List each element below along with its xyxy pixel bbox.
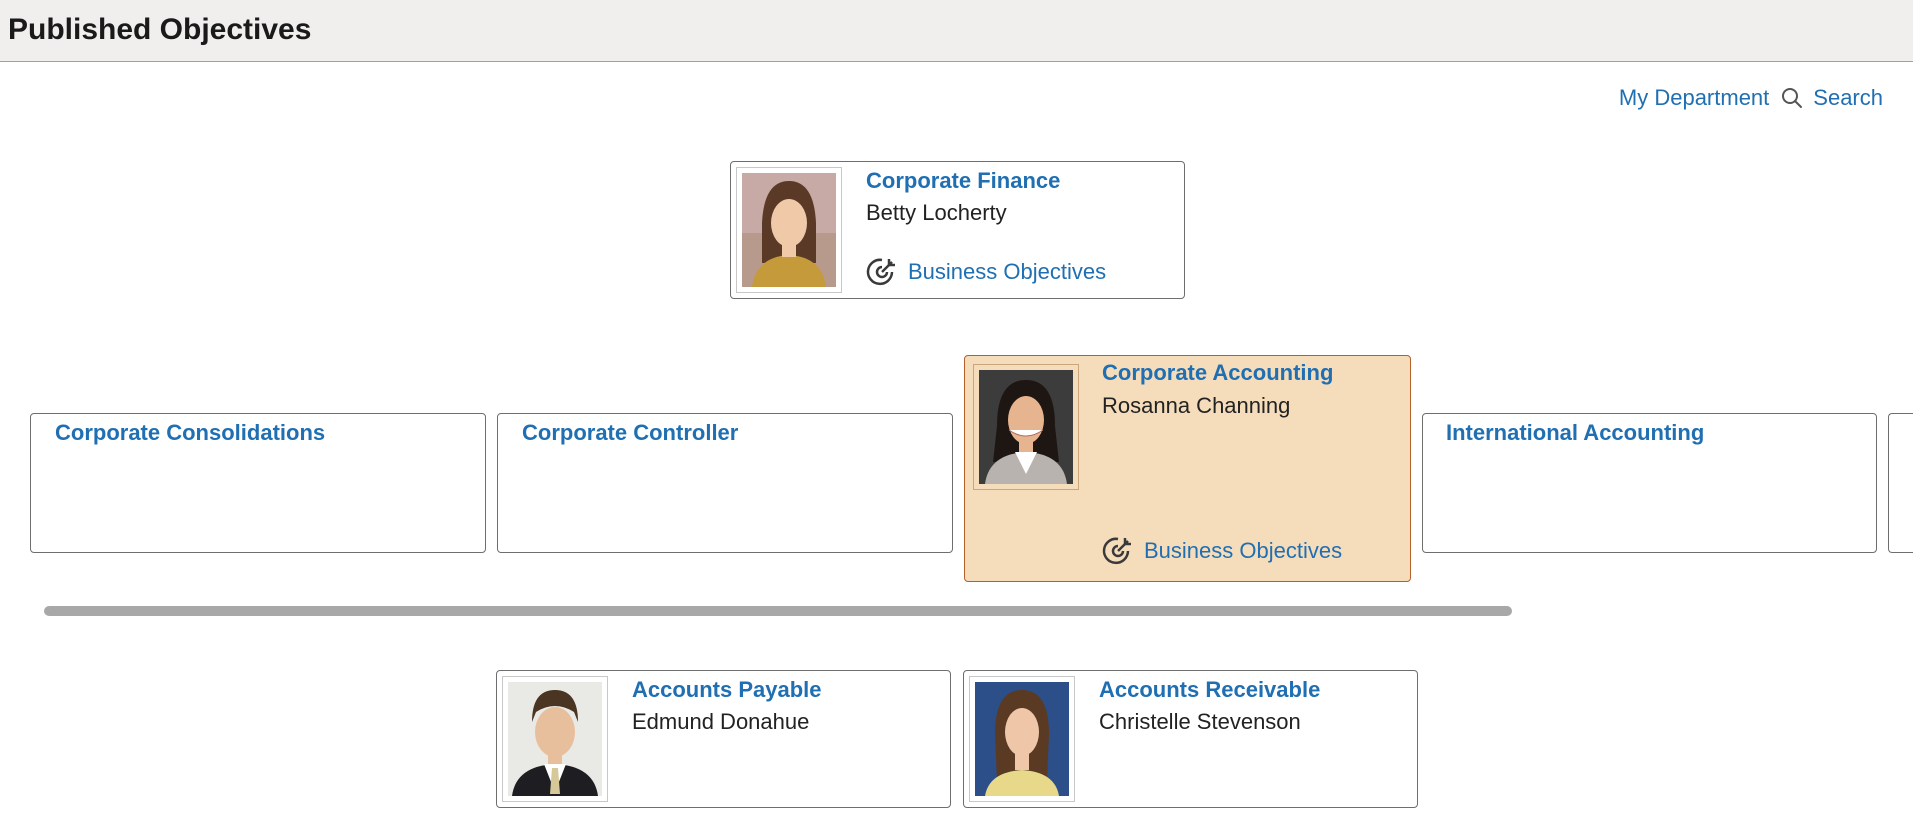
business-objectives-label: Business Objectives <box>1144 538 1343 563</box>
search-button[interactable]: Search <box>1781 85 1883 111</box>
node-person: Rosanna Channing <box>1102 393 1291 418</box>
node-title[interactable]: Accounts Payable <box>632 677 822 703</box>
org-node-accounts-receivable[interactable]: Accounts Receivable Christelle Stevenson <box>963 670 1418 808</box>
business-objectives-link[interactable]: Business Objectives <box>866 256 1106 288</box>
node-title[interactable]: International Accounting <box>1446 420 1704 446</box>
org-node-corporate-finance[interactable]: Corporate Finance Betty Locherty Busines… <box>730 161 1185 299</box>
toolbar: My Department Search <box>1619 84 1883 112</box>
horizontal-scrollbar[interactable] <box>44 606 1512 616</box>
search-label: Search <box>1813 85 1883 110</box>
search-icon <box>1782 88 1803 108</box>
page-header: Published Objectives <box>0 0 1913 62</box>
org-node-international-accounting[interactable]: International Accounting <box>1422 413 1877 553</box>
node-person: Christelle Stevenson <box>1099 709 1301 734</box>
node-person: Betty Locherty <box>866 200 1007 225</box>
business-objectives-label: Business Objectives <box>908 259 1107 284</box>
avatar <box>969 676 1075 802</box>
target-icon <box>866 258 895 286</box>
node-title[interactable]: Corporate Consolidations <box>55 420 325 446</box>
business-objectives-link[interactable]: Business Objectives <box>1102 535 1342 567</box>
scrollbar-thumb[interactable] <box>44 606 1512 616</box>
org-node-accounts-payable[interactable]: Accounts Payable Edmund Donahue <box>496 670 951 808</box>
node-title[interactable]: Accounts Receivable <box>1099 677 1320 703</box>
avatar <box>973 364 1079 490</box>
my-department-link[interactable]: My Department <box>1619 85 1769 111</box>
node-title[interactable]: Corporate Finance <box>866 168 1060 194</box>
page-title: Published Objectives <box>8 13 312 46</box>
org-node-partial[interactable] <box>1888 413 1913 553</box>
node-title[interactable]: Corporate Accounting <box>1102 360 1333 386</box>
target-icon <box>1102 537 1131 565</box>
org-node-corporate-consolidations[interactable]: Corporate Consolidations <box>30 413 486 553</box>
org-node-corporate-controller[interactable]: Corporate Controller <box>497 413 953 553</box>
avatar <box>502 676 608 802</box>
node-title[interactable]: Corporate Controller <box>522 420 738 446</box>
org-node-corporate-accounting[interactable]: Corporate Accounting Rosanna Channing Bu… <box>964 355 1411 582</box>
node-person: Edmund Donahue <box>632 709 810 734</box>
avatar <box>736 167 842 293</box>
